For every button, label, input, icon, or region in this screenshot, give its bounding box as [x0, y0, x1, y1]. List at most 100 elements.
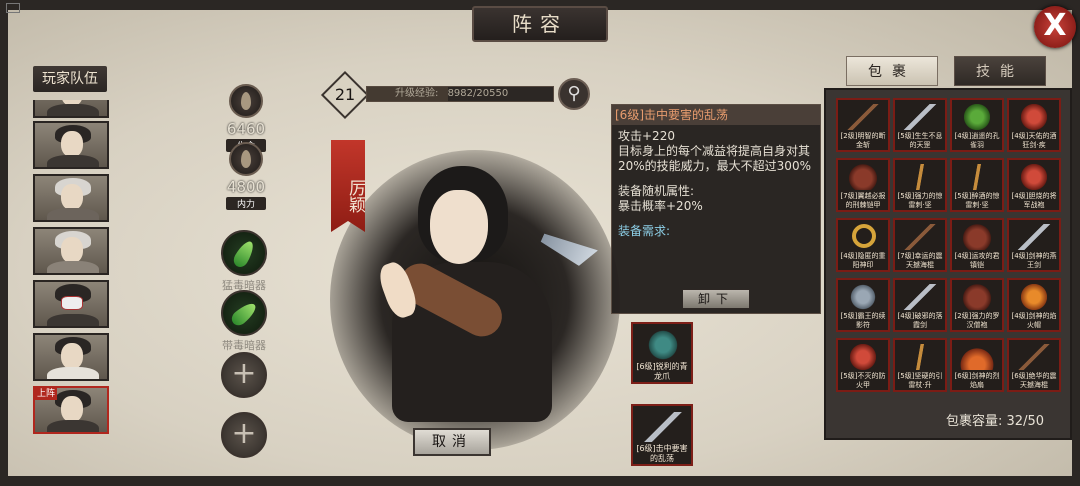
bag-item[interactable]: [4级]天佑的酒狂剑·疾	[1007, 98, 1061, 152]
bag-item-caption: [4级]天佑的酒狂剑·疾	[1011, 132, 1057, 149]
exp-bar: 升级经验: 8982/20550	[366, 86, 554, 102]
bag-item[interactable]: [5级]不灭的防火甲	[836, 338, 890, 392]
tooltip-attack: 攻击+220	[618, 129, 675, 143]
equip-slot-gloves[interactable]: [6级]锐利的青龙爪	[631, 322, 693, 384]
bag-item-caption: [5级]强力的惊雷刺·坚	[897, 192, 943, 209]
character-face	[430, 190, 488, 264]
frame-right	[1072, 0, 1080, 486]
bag-item[interactable]: [6级]剑神的烈焰扇	[950, 338, 1004, 392]
bag-item-caption: [4级]逍遥的孔雀羽	[954, 132, 1000, 149]
bag-item[interactable]: [7级]翼越必报的刑棘铠甲	[836, 158, 890, 212]
hook-icon	[903, 344, 937, 370]
mp-stat: 4800 内力	[216, 142, 276, 210]
roster-portrait[interactable]	[33, 280, 109, 328]
bag-item-caption: [5级]坚硬的引雷杖·升	[897, 372, 943, 389]
unequip-button[interactable]: 卸下	[682, 289, 750, 309]
roster-portrait[interactable]	[33, 121, 109, 169]
corner-icon	[6, 3, 20, 13]
exp-value: 8982/20550	[447, 88, 509, 99]
skill-name: 带毒暗器	[222, 339, 266, 352]
fan-icon	[960, 344, 994, 370]
hook-icon	[903, 164, 937, 190]
sword-icon	[903, 284, 937, 310]
tooltip-requirement: 装备需求:	[618, 224, 671, 238]
bag-item[interactable]: [5级]生生不息的天罡	[893, 98, 947, 152]
roster-title: 玩家队伍	[33, 66, 107, 92]
hp-icon	[229, 84, 263, 118]
item-tooltip: [6级]击中要害的乱荡 攻击+220 目标身上的每个减益将提高自身对其20%的技…	[611, 104, 821, 314]
bag-item[interactable]: [4级]剑神的燕王剑	[1007, 218, 1061, 272]
bag-item[interactable]: [2级]明智的断金斩	[836, 98, 890, 152]
ring-icon	[852, 224, 876, 248]
roster-list: 上阵	[33, 100, 111, 440]
bag-item[interactable]: [4级]逍遥的孔雀羽	[950, 98, 1004, 152]
stick-icon	[903, 224, 937, 250]
hp-value: 6460	[226, 120, 266, 138]
deploy-tag: 上阵	[35, 388, 57, 400]
armor-icon	[960, 224, 994, 250]
mp-label: 内力	[226, 197, 266, 210]
bag-item[interactable]: [4级]胆烧的将军战袍	[1007, 158, 1061, 212]
roster-portrait-active[interactable]: 上阵	[33, 386, 109, 434]
red-icon	[1017, 164, 1051, 190]
bag-capacity-value: 32/50	[1006, 414, 1044, 429]
orange-icon	[1017, 284, 1051, 310]
mp-icon	[229, 142, 263, 176]
bag-item-caption: [5级]不灭的防火甲	[840, 372, 886, 389]
armor-icon	[846, 164, 880, 190]
bag-item-caption: [6级]剑神的烈焰扇	[954, 372, 1000, 389]
glove-icon	[643, 330, 683, 360]
tab-skills[interactable]: 技能	[954, 56, 1046, 86]
bag-item[interactable]: [5级]坚硬的引雷杖·升	[893, 338, 947, 392]
tooltip-random-title: 装备随机属性:	[618, 184, 695, 198]
bag-item-caption: [4级]剑神的焰火帽	[1011, 312, 1057, 329]
roster-portrait[interactable]	[33, 174, 109, 222]
bag-item-caption: [4级]隐匿的重阳神印	[840, 252, 886, 269]
add-skill-button[interactable]: +	[221, 352, 267, 398]
cancel-button[interactable]: 取消	[413, 428, 491, 456]
poison-blade-icon[interactable]	[221, 290, 267, 336]
feather-icon	[960, 104, 994, 130]
stick-icon	[846, 104, 880, 130]
boot-icon	[846, 284, 880, 310]
bag-item[interactable]: [4级]破邪的落霞剑	[893, 278, 947, 332]
bag-item[interactable]: [4级]隐匿的重阳神印	[836, 218, 890, 272]
sword-icon	[903, 104, 937, 130]
bag-item[interactable]: [6级]绝华的震天撼海棍	[1007, 338, 1061, 392]
bag-item-caption: [4级]胆烧的将军战袍	[1011, 192, 1057, 209]
bag-item-caption: [4级]破邪的落霞剑	[897, 312, 943, 329]
bag-item[interactable]: [2级]强力的罗汉僧袍	[950, 278, 1004, 332]
bag-item[interactable]: [4级]剑神的焰火帽	[1007, 278, 1061, 332]
roster-portrait[interactable]	[33, 100, 109, 118]
bag-item-caption: [5级]霸王的续影符	[840, 312, 886, 329]
bag-item-caption: [2级]强力的罗汉僧袍	[954, 312, 1000, 329]
add-skill-button[interactable]: +	[221, 412, 267, 458]
bag-item[interactable]: [5级]霸王的续影符	[836, 278, 890, 332]
poison-dart-icon[interactable]	[221, 230, 267, 276]
roster-portrait[interactable]	[33, 227, 109, 275]
character-name: 厉颖	[331, 140, 365, 232]
hook-icon	[960, 164, 994, 190]
equip-caption: [6级]锐利的青龙爪	[636, 362, 688, 381]
bag-item-caption: [6级]绝华的震天撼海棍	[1011, 372, 1057, 389]
search-button[interactable]: ⚲	[558, 78, 590, 110]
red-icon	[846, 344, 880, 370]
stick-icon	[1017, 344, 1051, 370]
bag-grid: [2级]明智的断金斩 [5级]生生不息的天罡 [4级]逍遥的孔雀羽 [4级]天佑的酒狂…	[824, 88, 1072, 440]
game-screen: 阵容 X 玩家队伍 上阵 6460 生命 4800 内力 猛毒暗器 带毒暗器 +…	[0, 0, 1080, 486]
roster-portrait[interactable]	[33, 333, 109, 381]
equip-slot-weapon[interactable]: [6级]击中要害的乱荡	[631, 404, 693, 466]
bag-item-caption: [5级]醉酒的惊雷刺·坚	[954, 192, 1000, 209]
bag-item[interactable]: [5级]醉酒的惊雷刺·坚	[950, 158, 1004, 212]
close-button[interactable]: X	[1034, 6, 1076, 48]
exp-label: 升级经验:	[395, 88, 439, 99]
bag-capacity: 包裹容量: 32/50	[946, 410, 1044, 429]
level-value: 21	[334, 85, 356, 104]
tab-bag[interactable]: 包裹	[846, 56, 938, 86]
sword-icon	[1017, 224, 1051, 250]
bag-item[interactable]: [4级]运攻的君镇铠	[950, 218, 1004, 272]
bag-item[interactable]: [7级]幸运的震天撼海棍	[893, 218, 947, 272]
page-title: 阵容	[472, 6, 608, 42]
sword-icon	[643, 412, 683, 442]
bag-item[interactable]: [5级]强力的惊雷刺·坚	[893, 158, 947, 212]
